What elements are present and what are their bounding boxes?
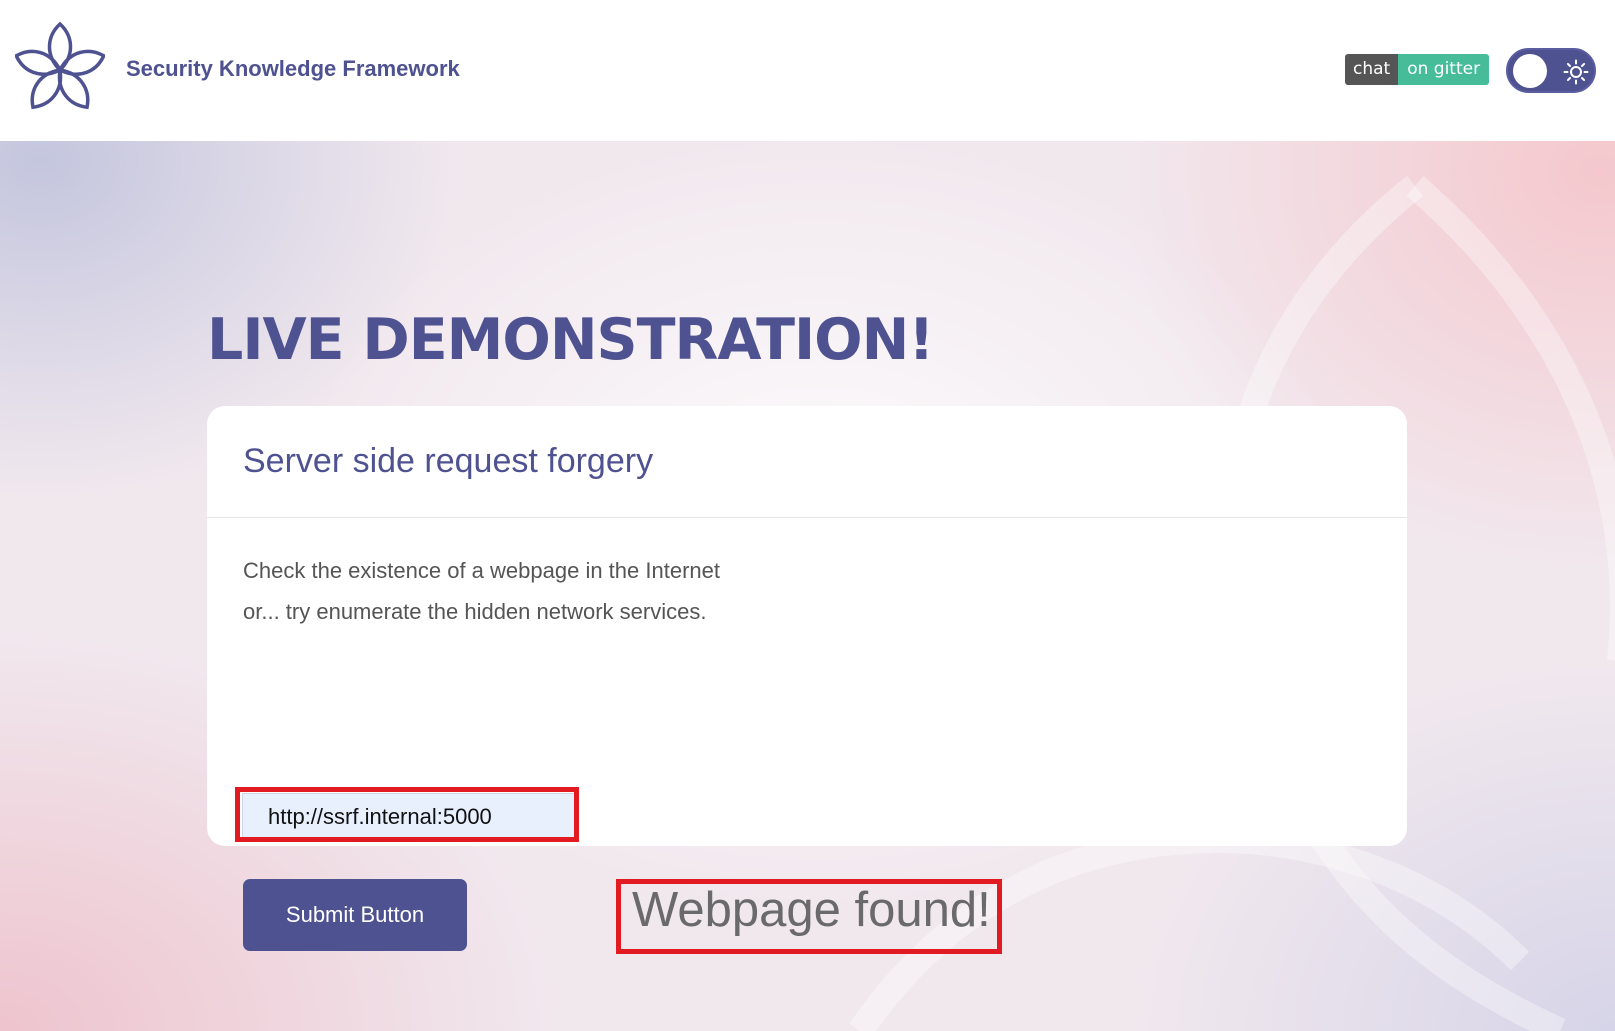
flower-logo-icon[interactable] (15, 20, 105, 120)
gitter-on-label: on gitter (1398, 54, 1490, 85)
submit-button[interactable]: Submit Button (243, 879, 467, 951)
brand-title[interactable]: Security Knowledge Framework (126, 56, 460, 82)
toggle-knob (1513, 54, 1547, 88)
gitter-chat-label: chat (1345, 54, 1399, 85)
url-input-highlight (235, 787, 579, 842)
gitter-chat-badge[interactable]: chat on gitter (1345, 54, 1490, 85)
description-line-1: Check the existence of a webpage in the … (243, 558, 720, 583)
card-description: Check the existence of a webpage in the … (243, 550, 720, 632)
page-title: LIVE DEMONSTRATION! (207, 307, 934, 373)
card-divider (207, 517, 1407, 518)
theme-toggle[interactable] (1506, 48, 1596, 93)
hero-section: LIVE DEMONSTRATION! Server side request … (0, 141, 1615, 1031)
card-title: Server side request forgery (243, 442, 654, 480)
ssrf-card: Server side request forgery Check the ex… (207, 406, 1407, 951)
result-highlight (616, 879, 1002, 954)
description-line-2: or... try enumerate the hidden network s… (243, 599, 707, 624)
sun-icon (1563, 59, 1589, 85)
top-header: Security Knowledge Framework chat on git… (0, 0, 1615, 141)
